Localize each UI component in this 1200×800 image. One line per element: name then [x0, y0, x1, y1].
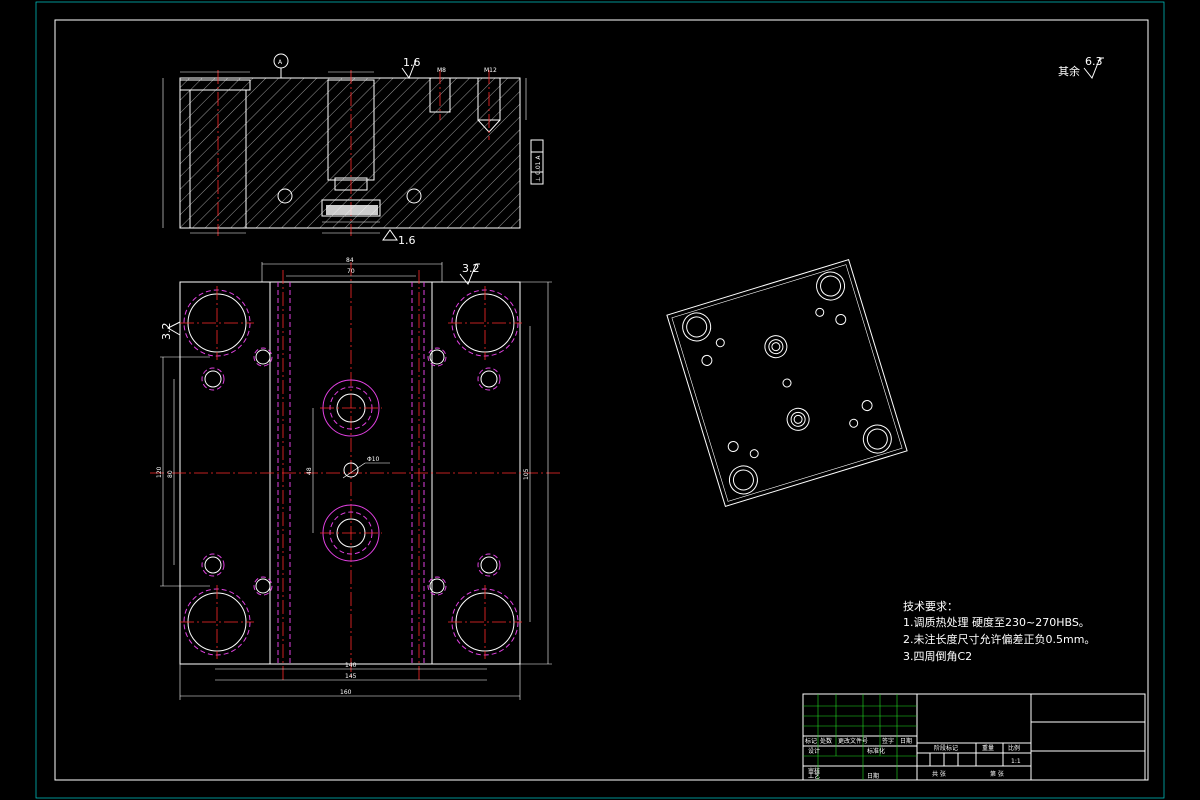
- tb-sheets-total: 共 张: [932, 770, 946, 778]
- tech-item-2: 2.未注长度尺寸允许偏差正负0.5mm。: [903, 632, 1095, 646]
- tb-scale-label: 比例: [1008, 744, 1020, 752]
- tb-standardize: 标准化: [867, 747, 885, 755]
- plan-dimensions: 84 70 140 145 160 120 80 48 105 Φ10: [156, 257, 552, 700]
- dim-left-inner: 80: [167, 470, 174, 478]
- tb-label-count: 处数: [820, 737, 832, 745]
- roughness-rest-value: 6.3: [1085, 55, 1103, 68]
- cad-drawing-canvas: 其余 6.3 ⊥ 0.01 A A 1.6 1.6 M8 M12 84 70 1…: [35, 1, 1165, 799]
- tb-designer: 设计: [808, 747, 820, 755]
- dim-center-hole: Φ10: [367, 456, 380, 463]
- isometric-view: [666, 258, 908, 508]
- plan-view: 84 70 140 145 160 120 80 48 105 Φ10 3.2: [150, 257, 560, 700]
- roughness-rest-label: 其余: [1058, 64, 1080, 78]
- dim-center-vertical: 48: [306, 467, 313, 475]
- section-view: ⊥ 0.01 A A 1.6 1.6 M8 M12: [162, 53, 544, 247]
- tolerance-frame: ⊥ 0.01 A: [535, 155, 542, 182]
- dim-bottom-1: 140: [345, 662, 357, 669]
- tech-requirements: 技术要求： 1.调质热处理 硬度至230~270HBS。 2.未注长度尺寸允许偏…: [903, 600, 1095, 663]
- tb-process: 工艺: [808, 772, 820, 780]
- dim-top-inner: 70: [347, 268, 355, 275]
- thread-right: M12: [484, 67, 497, 74]
- tb-weight-label: 重量: [982, 744, 994, 752]
- thread-left: M8: [437, 67, 446, 74]
- tb-label-mark: 标记: [805, 737, 817, 745]
- dim-bottom-2: 145: [345, 673, 357, 680]
- section-roughness-top: 1.6: [403, 56, 421, 69]
- tb-scale-value: 1:1: [1011, 758, 1021, 765]
- title-block: 标记 处数 更改文件号 签字 日期 设计 标准化 审核 工艺 日期 阶段标记 重…: [802, 693, 1146, 781]
- tb-approve: 日期: [867, 772, 879, 780]
- section-roughness-bottom: 1.6: [398, 234, 416, 247]
- tech-title: 技术要求：: [903, 600, 958, 613]
- dim-bottom-3: 160: [340, 689, 352, 696]
- tb-label-date: 日期: [900, 737, 912, 745]
- dim-right-1: 105: [523, 468, 530, 480]
- tb-label-sign: 签字: [882, 737, 894, 745]
- dim-top-outer: 84: [346, 257, 354, 264]
- tb-sheet-no: 第 张: [990, 770, 1004, 778]
- tb-stage-label: 阶段标记: [934, 744, 958, 752]
- datum-a-label: A: [278, 59, 283, 66]
- roughness-rest: 其余 6.3: [1058, 55, 1104, 79]
- tb-label-change: 更改文件号: [838, 737, 868, 745]
- tech-item-1: 1.调质热处理 硬度至230~270HBS。: [903, 615, 1090, 629]
- dim-left-outer: 120: [156, 466, 163, 478]
- plan-roughness-left: 3.2: [160, 323, 173, 341]
- tech-item-3: 3.四周倒角C2: [903, 650, 972, 663]
